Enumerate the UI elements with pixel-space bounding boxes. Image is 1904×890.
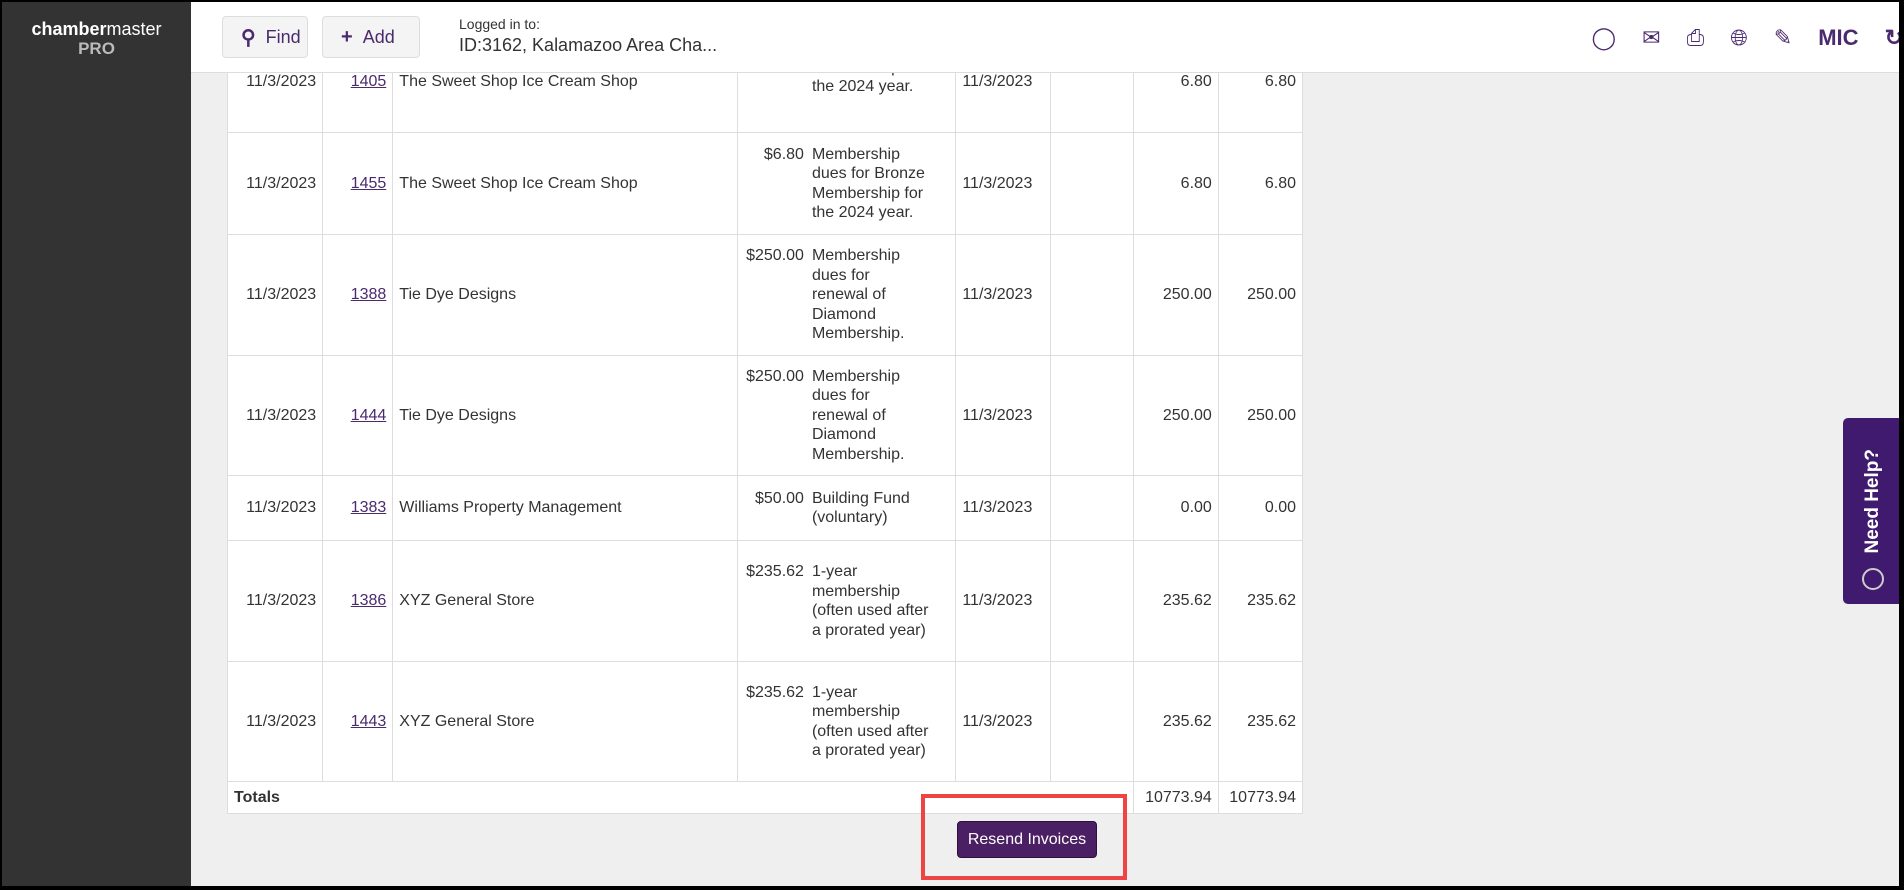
due-date: 11/3/2023 xyxy=(955,661,1051,782)
invoice-id-link[interactable]: 1388 xyxy=(351,286,387,303)
due-date: 11/3/2023 xyxy=(955,355,1051,476)
line-amount: $235.62 xyxy=(746,683,804,701)
plus-icon: + xyxy=(341,25,353,48)
table-row: 11/3/2023 1443 XYZ General Store $235.62 1-y… xyxy=(226,661,1304,782)
invoice-total: 6.80 xyxy=(1132,132,1219,235)
due-date: 11/3/2023 xyxy=(955,234,1051,356)
invoice-balance: 250.00 xyxy=(1217,355,1304,476)
refresh-icon[interactable]: ↻ xyxy=(1885,25,1899,51)
line-description: Building Fund (voluntary) xyxy=(811,489,910,527)
invoice-date: 11/3/2023 xyxy=(226,540,324,662)
lightbulb-icon[interactable]: ◯ xyxy=(1592,25,1617,51)
line-item: $235.62 1-year membership (often used aft… xyxy=(736,661,957,782)
invoice-total: 250.00 xyxy=(1132,355,1219,476)
invoice-date: 11/3/2023 xyxy=(226,355,324,476)
invoice-date: 11/3/2023 xyxy=(226,475,324,541)
line-amount: $50.00 xyxy=(755,489,804,507)
globe-icon[interactable]: 🌐︎ xyxy=(1730,25,1748,51)
invoice-id-link[interactable]: 1405 xyxy=(351,73,387,90)
invoice-date: 11/3/2023 xyxy=(226,234,324,356)
due-date: 11/3/2023 xyxy=(955,132,1051,235)
user-initials[interactable]: MIC xyxy=(1818,25,1858,51)
invoice-id-link[interactable]: 1443 xyxy=(351,713,387,730)
find-button[interactable]: ⚲ Find xyxy=(222,16,308,58)
table-row: 11/3/2023 1383 Williams Property Managemen… xyxy=(226,475,1304,541)
table-row: 11/3/2023 1444 Tie Dye Designs $250.00 Membe… xyxy=(226,355,1304,476)
invoice-id-link[interactable]: 1455 xyxy=(351,175,387,192)
totals-row: Totals 10773.94 10773.94 xyxy=(227,781,1304,814)
empty-cell xyxy=(1049,132,1134,235)
line-item: $250.00 Membership dues for renewal of Di… xyxy=(736,234,957,356)
invoice-total: 250.00 xyxy=(1132,234,1219,356)
invoice-balance: 235.62 xyxy=(1217,661,1304,782)
due-date: 11/3/2023 xyxy=(955,540,1051,662)
table-row: 11/3/2023 1386 XYZ General Store $235.62 1-y… xyxy=(226,540,1304,662)
empty-cell xyxy=(1049,661,1134,782)
line-amount: $6.80 xyxy=(763,145,804,163)
resend-invoices-button[interactable]: Resend Invoices xyxy=(957,821,1097,858)
invoice-balance: 0.00 xyxy=(1217,475,1304,541)
need-help-tab[interactable]: Need Help? xyxy=(1843,418,1899,604)
member-name: Tie Dye Designs xyxy=(392,355,738,476)
line-item: $6.80 Membership dues for Bronze Membersh… xyxy=(736,132,957,235)
invoice-total: 235.62 xyxy=(1132,540,1219,662)
sidebar: chambermaster PRO xyxy=(2,2,191,886)
empty-cell xyxy=(1049,355,1134,476)
add-button[interactable]: + Add xyxy=(322,16,420,58)
invoice-table-container: 11/3/2023 1405 The Sweet Shop Ice Cream Sh… xyxy=(226,30,1304,814)
table-row: 11/3/2023 1388 Tie Dye Designs $250.00 Membe… xyxy=(226,234,1304,356)
empty-cell xyxy=(1049,234,1134,356)
invoice-date: 11/3/2023 xyxy=(226,132,324,235)
invoice-total: 235.62 xyxy=(1132,661,1219,782)
header: ⚲ Find + Add Logged in to: ID:3162, Kalama… xyxy=(191,2,1899,73)
line-description: 1-year membership (often used after a pr… xyxy=(811,683,929,760)
line-amount: $235.62 xyxy=(746,563,804,580)
invoice-table: 11/3/2023 1405 The Sweet Shop Ice Cream Sh… xyxy=(226,30,1304,814)
line-description: Membership dues for renewal of Diamond M… xyxy=(811,367,905,463)
line-description: Membership dues for renewal of Diamond M… xyxy=(811,247,905,343)
logo[interactable]: chambermaster PRO xyxy=(2,20,191,59)
due-date: 11/3/2023 xyxy=(955,475,1051,541)
line-item: $235.62 1-year membership (often used aft… xyxy=(736,540,957,662)
invoice-id-link[interactable]: 1386 xyxy=(351,592,387,609)
invoice-balance: 235.62 xyxy=(1217,540,1304,662)
invoice-balance: 250.00 xyxy=(1217,234,1304,356)
member-name: The Sweet Shop Ice Cream Shop xyxy=(392,132,738,235)
line-description: 1-year membership (often used after a pr… xyxy=(811,563,929,639)
invoice-id-link[interactable]: 1383 xyxy=(351,499,387,516)
lifebuoy-icon xyxy=(1862,568,1884,590)
logged-in-info: Logged in to: ID:3162, Kalamazoo Area Ch… xyxy=(459,16,718,55)
member-name: XYZ General Store xyxy=(392,540,738,662)
mail-icon[interactable]: ✉ xyxy=(1642,25,1660,51)
search-icon: ⚲ xyxy=(241,26,256,49)
member-name: Tie Dye Designs xyxy=(392,234,738,356)
app-window: chambermaster PRO ⚲ Find + Add Logged in to… xyxy=(2,2,1899,886)
header-icons: ◯ ✉ ⎙ 🌐︎ ✎ MIC ↻ xyxy=(1592,2,1899,73)
pencil-icon[interactable]: ✎ xyxy=(1774,25,1792,51)
empty-cell xyxy=(1049,540,1134,662)
line-item: $250.00 Membership dues for renewal of Di… xyxy=(736,355,957,476)
line-amount: $250.00 xyxy=(746,247,804,265)
empty-cell xyxy=(1049,475,1134,541)
print-icon[interactable]: ⎙ xyxy=(1687,25,1705,51)
invoice-total: 0.00 xyxy=(1132,475,1219,541)
invoice-balance: 6.80 xyxy=(1217,132,1304,235)
table-row: 11/3/2023 1455 The Sweet Shop Ice Cream Sh… xyxy=(226,132,1304,235)
invoice-date: 11/3/2023 xyxy=(226,661,324,782)
line-description: Membership dues for Bronze Membership fo… xyxy=(811,145,925,222)
member-name: Williams Property Management xyxy=(392,475,738,541)
line-amount: $250.00 xyxy=(746,367,804,385)
line-item: $50.00 Building Fund (voluntary) xyxy=(736,475,957,541)
member-name: XYZ General Store xyxy=(392,661,738,782)
invoice-id-link[interactable]: 1444 xyxy=(351,407,387,424)
